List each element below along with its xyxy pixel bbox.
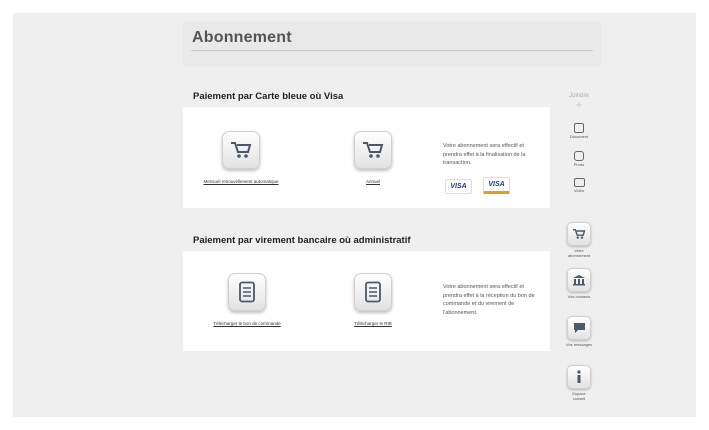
nav-subscription-label: Votre abonnement [567,248,591,258]
nav-advice[interactable]: Espace conseil [566,365,592,401]
transfer-payment-panel: Télécharger le bon de commande Télécharg… [183,251,550,351]
visa-card-logo: VISA [445,179,472,194]
nav-contacts[interactable]: Vos contacts [566,268,592,299]
visa-gold-card-logo: VISA [483,177,510,194]
document-icon [365,281,381,303]
attach-video[interactable]: Vidéo [566,178,592,193]
monthly-option-label[interactable]: Mensuel renouvellement automatique [193,179,289,184]
plus-icon[interactable]: + [566,98,592,111]
header-divider [191,50,593,51]
nav-messages-label: Vos messages [566,342,593,347]
card-section-title: Paiement par Carte bleue où Visa [193,91,344,102]
monthly-option[interactable]: Mensuel renouvellement automatique [193,131,289,184]
camera-icon [574,151,584,161]
rib-option[interactable]: Télécharger le RIB [333,273,413,326]
order-form-download-button[interactable] [228,273,266,311]
info-icon [577,370,581,383]
transfer-payment-description: Votre abonnement sera effectif et prendr… [443,284,535,316]
attach-document-label: Document [569,134,589,139]
order-form-option[interactable]: Télécharger le bon de commande [199,273,295,326]
page-background [13,13,696,417]
rib-download-button[interactable] [354,273,392,311]
chat-icon [573,323,585,333]
cart-icon [573,229,586,239]
nav-advice-label: Espace conseil [572,391,586,401]
nav-messages-button[interactable] [567,316,591,340]
page-title: Abonnement [192,29,292,46]
nav-contacts-button[interactable] [567,268,591,292]
document-icon [574,123,584,133]
attach-photo[interactable]: Photo [566,151,592,167]
card-payment-description: Votre abonnement sera effectif et prendr… [443,143,526,166]
monthly-cart-button[interactable] [222,131,260,169]
transfer-section-title: Paiement par virement bancaire où admini… [193,235,411,246]
attach-photo-label: Photo [573,162,585,167]
cart-icon [363,142,384,158]
document-icon [239,281,255,303]
attach-document[interactable]: Document [566,123,592,139]
nav-messages[interactable]: Vos messages [566,316,592,347]
nav-subscription-button[interactable] [567,222,591,246]
attach-toolbar: Joindre + [566,93,592,111]
page-header: Abonnement [183,22,601,66]
attach-video-label: Vidéo [573,188,585,193]
video-icon [573,178,585,187]
annual-cart-button[interactable] [354,131,392,169]
cart-icon [231,142,252,158]
nav-subscription[interactable]: Votre abonnement [566,222,592,258]
rib-label[interactable]: Télécharger le RIB [333,321,413,326]
order-form-label[interactable]: Télécharger le bon de commande [199,321,295,326]
card-payment-panel: Mensuel renouvellement automatique Annue… [183,107,550,208]
bank-icon [573,275,585,286]
nav-contacts-label: Vos contacts [567,294,591,299]
nav-advice-button[interactable] [567,365,591,389]
annual-option[interactable]: Annuel [343,131,403,184]
annual-option-label[interactable]: Annuel [343,179,403,184]
